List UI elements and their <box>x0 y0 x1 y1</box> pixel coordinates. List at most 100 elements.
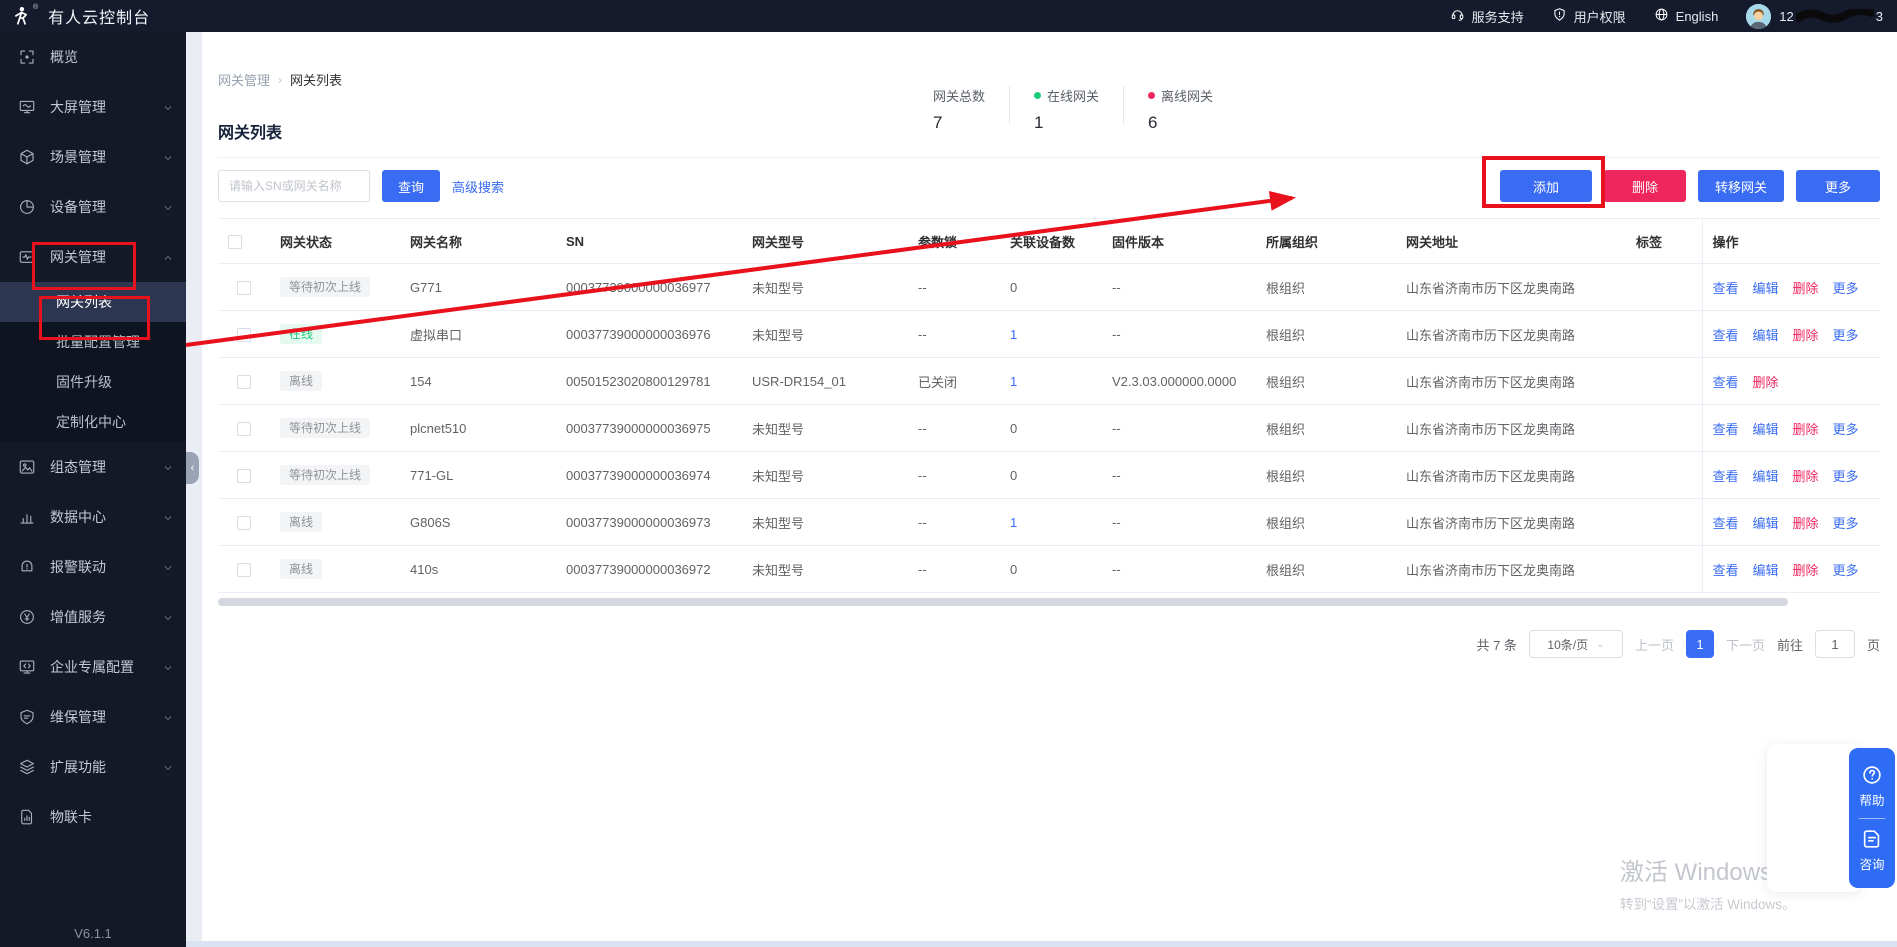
op-view-link[interactable]: 查看 <box>1713 469 1739 484</box>
row-checkbox[interactable] <box>237 469 251 483</box>
sidebar-item-maintenance[interactable]: 维保管理 <box>0 692 186 742</box>
op-view-link[interactable]: 查看 <box>1713 375 1739 390</box>
transfer-gateway-button[interactable]: 转移网关 <box>1698 170 1784 202</box>
select-all-checkbox[interactable] <box>228 235 242 249</box>
op-view-link[interactable]: 查看 <box>1713 422 1739 437</box>
column-header: 标签 <box>1626 219 1702 264</box>
sidebar-item-scada[interactable]: 组态管理 <box>0 442 186 492</box>
stat-label: 网关总数 <box>933 86 985 105</box>
cell-device-count[interactable]: 1 <box>1010 327 1017 342</box>
topbar-item-label: 用户权限 <box>1574 7 1626 26</box>
op-view-link[interactable]: 查看 <box>1713 563 1739 578</box>
sidebar-item-overview[interactable]: 概览 <box>0 32 186 82</box>
sidebar-subitem[interactable]: 批量配置管理 <box>0 322 186 362</box>
sidebar-collapse-handle[interactable]: ‹ <box>186 452 199 484</box>
op-delete-link[interactable]: 删除 <box>1793 422 1819 437</box>
sidebar-item-iot-card[interactable]: 物联卡 <box>0 792 186 842</box>
cell-param-lock: -- <box>908 452 1000 499</box>
row-checkbox[interactable] <box>237 563 251 577</box>
op-edit-link[interactable]: 编辑 <box>1753 469 1779 484</box>
op-edit-link[interactable]: 编辑 <box>1753 516 1779 531</box>
current-page-button[interactable]: 1 <box>1686 630 1714 658</box>
consult-document-icon[interactable] <box>1861 828 1883 850</box>
op-more-link[interactable]: 更多 <box>1833 281 1859 296</box>
sidebar-item-enterprise[interactable]: 企业专属配置 <box>0 642 186 692</box>
row-checkbox[interactable] <box>237 328 251 342</box>
sidebar-item-scene[interactable]: 场景管理 <box>0 132 186 182</box>
op-view-link[interactable]: 查看 <box>1713 281 1739 296</box>
op-edit-link[interactable]: 编辑 <box>1753 422 1779 437</box>
op-delete-link[interactable]: 删除 <box>1793 281 1819 296</box>
op-delete-link[interactable]: 删除 <box>1793 563 1819 578</box>
status-badge: 等待初次上线 <box>280 465 370 485</box>
op-more-link[interactable]: 更多 <box>1833 563 1859 578</box>
advanced-search-link[interactable]: 高级搜索 <box>452 177 504 196</box>
next-page-button[interactable]: 下一页 <box>1726 635 1765 654</box>
topbar-item-support[interactable]: 服务支持 <box>1450 7 1524 26</box>
more-button[interactable]: 更多 <box>1796 170 1880 202</box>
op-delete-link[interactable]: 删除 <box>1793 469 1819 484</box>
stat-offline: 离线网关6 <box>1148 86 1213 133</box>
cell-device-count[interactable]: 1 <box>1010 515 1017 530</box>
cell-address: 山东省济南市历下区龙奥南路 <box>1396 358 1626 405</box>
op-edit-link[interactable]: 编辑 <box>1753 563 1779 578</box>
table-horizontal-scrollbar[interactable] <box>218 598 1788 606</box>
page-bottom-scrollbar[interactable] <box>186 941 1897 947</box>
sidebar-item-vas[interactable]: 增值服务 <box>0 592 186 642</box>
page-unit-label: 页 <box>1867 635 1880 654</box>
help-icon[interactable] <box>1861 764 1883 786</box>
cell-tag <box>1626 546 1702 593</box>
user-avatar[interactable] <box>1746 4 1771 29</box>
row-checkbox[interactable] <box>237 422 251 436</box>
sidebar-item-device[interactable]: 设备管理 <box>0 182 186 232</box>
app-version: V6.1.1 <box>0 926 186 941</box>
stat-value: 1 <box>1034 113 1099 133</box>
chevron-down-icon <box>162 101 174 113</box>
content-gutter <box>186 32 202 947</box>
op-view-link[interactable]: 查看 <box>1713 516 1739 531</box>
op-edit-link[interactable]: 编辑 <box>1753 281 1779 296</box>
float-widget: 帮助 咨询 <box>1849 748 1895 888</box>
sidebar-subitem-active[interactable]: 网关列表 <box>0 282 186 322</box>
query-button[interactable]: 查询 <box>382 170 440 202</box>
op-view-link[interactable]: 查看 <box>1713 328 1739 343</box>
user-account[interactable]: 12 3 <box>1746 4 1883 29</box>
search-input[interactable] <box>218 170 370 202</box>
sidebar-item-screen[interactable]: 大屏管理 <box>0 82 186 132</box>
help-button[interactable]: 帮助 <box>1859 790 1884 809</box>
sidebar-item-extension[interactable]: 扩展功能 <box>0 742 186 792</box>
prev-page-button[interactable]: 上一页 <box>1635 635 1674 654</box>
op-delete-link[interactable]: 删除 <box>1793 516 1819 531</box>
sidebar-item-gateway[interactable]: 网关管理 <box>0 232 186 282</box>
row-checkbox[interactable] <box>237 375 251 389</box>
op-delete-link[interactable]: 删除 <box>1793 328 1819 343</box>
topbar-item-language[interactable]: English <box>1654 7 1719 25</box>
op-edit-link[interactable]: 编辑 <box>1753 328 1779 343</box>
page-size-select[interactable]: 10条/页 ⌄ <box>1529 630 1623 658</box>
sidebar-item-alarm[interactable]: 报警联动 <box>0 542 186 592</box>
cell-gateway-name: G771 <box>400 264 556 311</box>
delete-button[interactable]: 删除 <box>1604 170 1686 202</box>
op-more-link[interactable]: 更多 <box>1833 422 1859 437</box>
breadcrumb-root[interactable]: 网关管理 <box>218 70 270 89</box>
sidebar-subitem[interactable]: 定制化中心 <box>0 402 186 442</box>
row-checkbox[interactable] <box>237 281 251 295</box>
cell-gateway-name: plcnet510 <box>400 405 556 452</box>
op-more-link[interactable]: 更多 <box>1833 469 1859 484</box>
op-delete-link[interactable]: 删除 <box>1753 375 1779 390</box>
op-more-link[interactable]: 更多 <box>1833 328 1859 343</box>
cell-device-count[interactable]: 1 <box>1010 374 1017 389</box>
cell-tag <box>1626 358 1702 405</box>
sidebar-item-data[interactable]: 数据中心 <box>0 492 186 542</box>
sidebar-item-label: 扩展功能 <box>50 757 106 777</box>
add-button[interactable]: 添加 <box>1500 170 1592 202</box>
op-more-link[interactable]: 更多 <box>1833 516 1859 531</box>
sidebar-subitem[interactable]: 固件升级 <box>0 362 186 402</box>
chevron-down-icon <box>162 511 174 523</box>
row-checkbox[interactable] <box>237 516 251 530</box>
cell-firmware: -- <box>1102 452 1256 499</box>
cell-firmware: -- <box>1102 311 1256 358</box>
consult-button[interactable]: 咨询 <box>1859 854 1884 873</box>
topbar-item-permissions[interactable]: 用户权限 <box>1552 7 1626 26</box>
goto-page-input[interactable] <box>1815 630 1855 658</box>
